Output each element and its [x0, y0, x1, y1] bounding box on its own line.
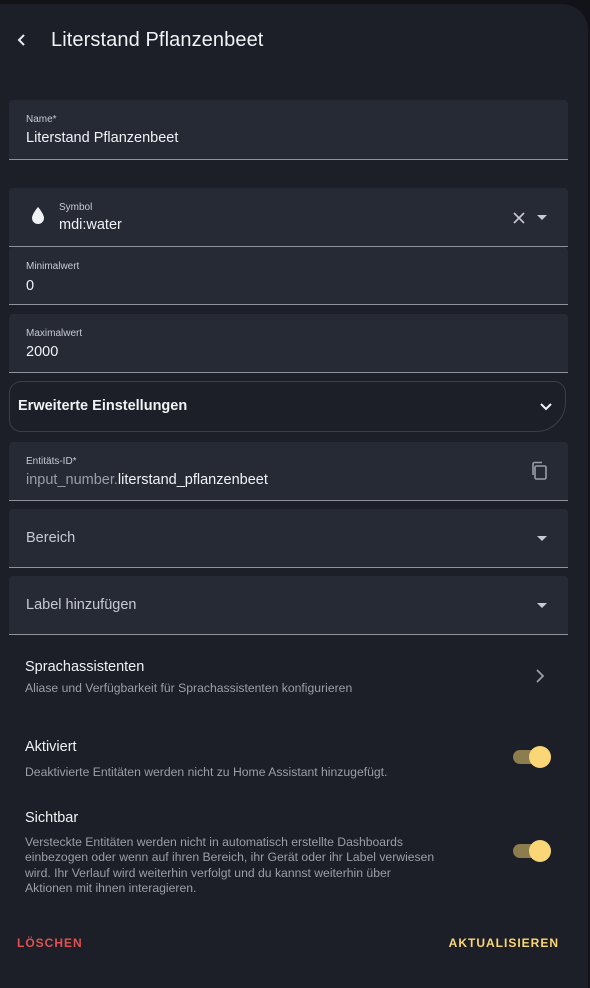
- update-button[interactable]: AKTUALISIEREN: [449, 936, 559, 950]
- chevron-down-icon: [537, 536, 547, 541]
- enabled-toggle[interactable]: [513, 746, 551, 768]
- dialog-header: Literstand Pflanzenbeet: [0, 4, 588, 80]
- visible-subtitle-line: Versteckte Entitäten werden nicht in aut…: [25, 835, 404, 849]
- visible-subtitle: Versteckte Entitäten werden nicht in aut…: [25, 835, 495, 896]
- max-value: 2000: [26, 344, 59, 360]
- voice-assistants-row[interactable]: Sprachassistenten Aliase und Verfügbarke…: [0, 644, 588, 704]
- chevron-left-icon: [17, 34, 25, 46]
- symbol-value: mdi:water: [59, 217, 122, 233]
- entity-id-label: Entitäts-ID*: [26, 456, 77, 467]
- name-label: Name*: [26, 114, 57, 125]
- toggle-thumb: [529, 746, 551, 768]
- area-placeholder: Bereich: [26, 530, 76, 546]
- min-label: Minimalwert: [26, 261, 80, 272]
- visible-title: Sichtbar: [25, 810, 79, 826]
- clear-icon[interactable]: [513, 212, 525, 224]
- chevron-down-icon: [537, 603, 547, 608]
- symbol-label: Symbol: [59, 202, 93, 213]
- voice-assistants-title: Sprachassistenten: [25, 659, 145, 675]
- area-picker[interactable]: Bereich: [9, 509, 568, 568]
- visible-subtitle-line: einbezogen oder wenn auf ihren Bereich, …: [25, 850, 435, 865]
- chevron-down-icon: [540, 403, 552, 411]
- entity-id-field[interactable]: Entitäts-ID* input_number.literstand_pfl…: [9, 442, 568, 501]
- min-value: 0: [26, 278, 35, 294]
- visible-subtitle-line: Aktionen mit ihnen interagieren.: [25, 880, 197, 895]
- delete-button[interactable]: LÖSCHEN: [17, 936, 83, 950]
- water-drop-icon: [32, 207, 44, 224]
- min-value-field[interactable]: Minimalwert 0: [9, 247, 568, 305]
- chevron-right-icon: [536, 669, 545, 683]
- advanced-settings-label: Erweiterte Einstellungen: [18, 398, 188, 414]
- copy-icon[interactable]: [530, 461, 548, 481]
- max-value-field[interactable]: Maximalwert 2000: [9, 314, 568, 373]
- voice-assistants-subtitle: Aliase und Verfügbarkeit für Sprachassis…: [25, 681, 353, 695]
- name-value: Literstand Pflanzenbeet: [26, 130, 179, 146]
- toggle-thumb: [529, 840, 551, 862]
- chevron-down-icon[interactable]: [537, 215, 547, 220]
- visible-toggle[interactable]: [513, 840, 551, 862]
- entity-settings-dialog: Literstand Pflanzenbeet Name* Literstand…: [0, 4, 588, 988]
- back-button[interactable]: [10, 28, 34, 52]
- advanced-settings-expander[interactable]: Erweiterte Einstellungen: [9, 381, 566, 432]
- entity-id-prefix: input_number.: [26, 472, 118, 488]
- enabled-subtitle: Deaktivierte Entitäten werden nicht zu H…: [25, 765, 388, 779]
- enabled-title: Aktiviert: [25, 739, 77, 755]
- label-picker[interactable]: Label hinzufügen: [9, 576, 568, 635]
- symbol-field[interactable]: Symbol mdi:water: [9, 188, 568, 247]
- entity-id-text: literstand_pflanzenbeet: [117, 472, 268, 488]
- entity-id-value: input_number.literstand_pflanzenbeet: [26, 472, 268, 488]
- visible-subtitle-line: wird. Ihr Verlauf wird weiterhin verfolg…: [25, 865, 391, 880]
- name-field[interactable]: Name* Literstand Pflanzenbeet: [9, 100, 568, 160]
- max-label: Maximalwert: [26, 328, 83, 339]
- label-placeholder: Label hinzufügen: [26, 597, 137, 613]
- dialog-title: Literstand Pflanzenbeet: [51, 29, 264, 51]
